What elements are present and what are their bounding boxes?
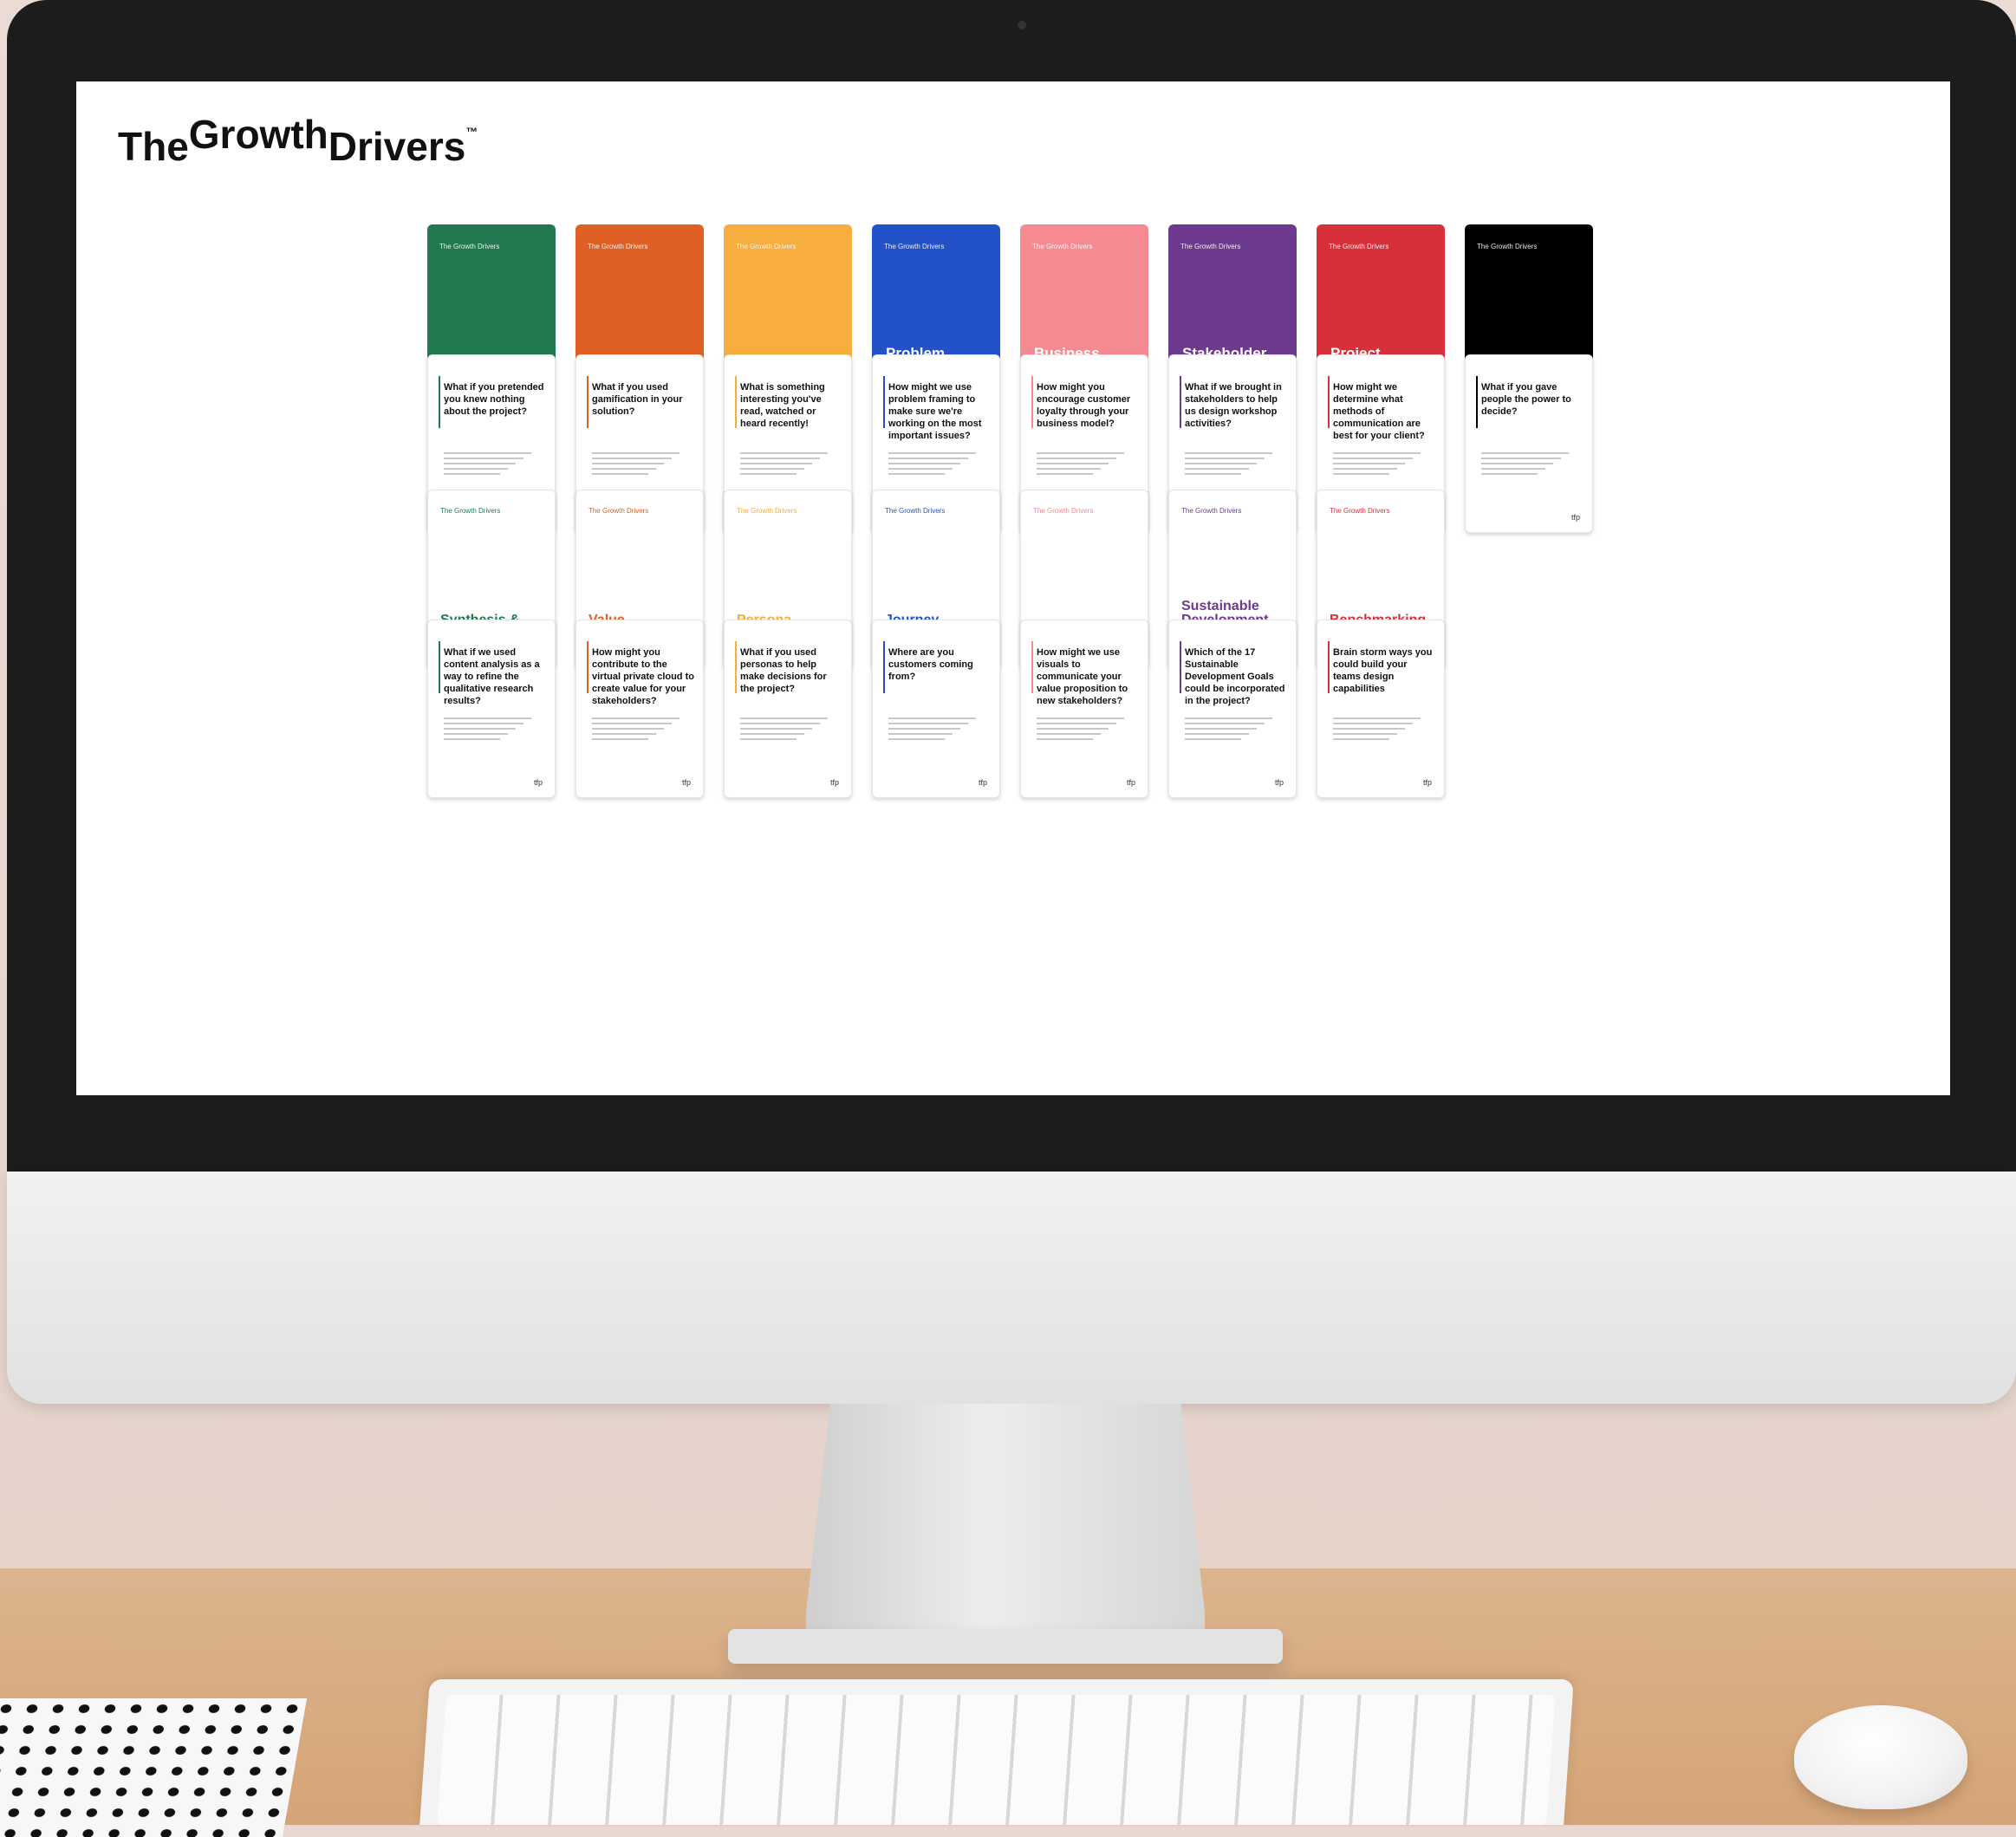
card-mini-logo: The Growth Drivers: [1329, 243, 1389, 250]
card-footer-mark: tfp: [1126, 778, 1135, 787]
card-question: What if you pretended you knew nothing a…: [444, 382, 544, 417]
card-footer-mark: tfp: [1571, 513, 1580, 522]
card-body-text: [740, 452, 837, 478]
card-body-text: [1037, 452, 1134, 478]
card-mini-logo: The Growth Drivers: [737, 507, 797, 515]
card-body-text: [740, 717, 837, 743]
card-question: What if you gave people the power to dec…: [1481, 382, 1571, 417]
card-mini-logo: The Growth Drivers: [439, 243, 500, 250]
card-body-text: [1185, 452, 1282, 478]
logo-drivers: Drivers: [328, 124, 466, 169]
card-mini-logo: The Growth Drivers: [884, 243, 945, 250]
camera-icon: [1018, 21, 1026, 29]
mouse: [1794, 1705, 1967, 1809]
card-accent-bar: [1180, 376, 1181, 428]
keyboard-keys: [437, 1695, 1556, 1825]
card-body-text: [444, 717, 541, 743]
card-accent-bar: [1031, 376, 1033, 428]
card-question: What if we used content analysis as a wa…: [444, 647, 540, 706]
card-footer-mark: tfp: [681, 778, 691, 787]
card-mini-logo: The Growth Drivers: [1330, 507, 1390, 515]
card-body-text: [888, 452, 985, 478]
card-accent-bar: [1180, 641, 1181, 693]
method-card-question[interactable]: What if you used personas to help make d…: [724, 620, 852, 798]
method-card-question[interactable]: Which of the 17 Sustainable Development …: [1168, 620, 1297, 798]
card-question: Which of the 17 Sustainable Development …: [1185, 647, 1285, 706]
card-accent-bar: [735, 641, 737, 693]
card-footer-mark: tfp: [829, 778, 839, 787]
card-question: What if we brought in stakeholders to he…: [1185, 382, 1282, 429]
card-question: How might you encourage customer loyalty…: [1037, 382, 1131, 429]
card-accent-bar: [1031, 641, 1033, 693]
monitor-stand: [806, 1404, 1205, 1664]
card-mini-logo: The Growth Drivers: [440, 507, 501, 515]
method-card-question[interactable]: Where are you customers coming from? tfp: [872, 620, 1000, 798]
card-accent-bar: [1476, 376, 1478, 428]
keyboard: [419, 1679, 1574, 1825]
card-accent-bar: [439, 641, 440, 693]
card-footer-mark: tfp: [1274, 778, 1284, 787]
card-footer-mark: tfp: [978, 778, 987, 787]
card-accent-bar: [735, 376, 737, 428]
card-question: Brain storm ways you could build your te…: [1333, 647, 1433, 694]
card-mini-logo: The Growth Drivers: [1033, 507, 1094, 515]
method-card-question[interactable]: How might you contribute to the virtual …: [576, 620, 704, 798]
card-question: What if you used personas to help make d…: [740, 647, 827, 694]
logo-the: The: [118, 124, 189, 169]
card-question: Where are you customers coming from?: [888, 647, 973, 682]
card-question: What if you used gamification in your so…: [592, 382, 683, 417]
card-body-text: [888, 717, 985, 743]
card-footer-mark: tfp: [1422, 778, 1432, 787]
card-body-text: [444, 452, 541, 478]
logo-growth: Growth: [188, 112, 328, 157]
card-mini-logo: The Growth Drivers: [1477, 243, 1538, 250]
card-mini-logo: The Growth Drivers: [588, 243, 648, 250]
logo-trademark: ™: [465, 125, 478, 139]
card-question: How might we use visuals to communicate …: [1037, 647, 1128, 706]
card-question: How might we use problem framing to make…: [888, 382, 982, 441]
card-question: What is something interesting you've rea…: [740, 382, 825, 429]
card-body-text: [1037, 717, 1134, 743]
card-accent-bar: [1328, 641, 1330, 693]
card-body-text: [1333, 452, 1430, 478]
card-mini-logo: The Growth Drivers: [1181, 507, 1242, 515]
monitor-chin: [7, 1172, 2016, 1404]
card-question: How might you contribute to the virtual …: [592, 647, 694, 706]
card-accent-bar: [883, 641, 885, 693]
growth-drivers-logo[interactable]: TheGrowthDrivers™: [118, 112, 478, 170]
card-accent-bar: [587, 376, 589, 428]
card-accent-bar: [439, 376, 440, 428]
monitor-screen: TheGrowthDrivers™ The Growth DriversBias…: [76, 81, 1950, 1095]
method-card-question[interactable]: How might we use visuals to communicate …: [1020, 620, 1148, 798]
card-body-text: [592, 717, 689, 743]
card-body-text: [592, 452, 689, 478]
method-card-question[interactable]: What if we used content analysis as a wa…: [427, 620, 556, 798]
dotted-notebook: [0, 1698, 308, 1837]
card-accent-bar: [883, 376, 885, 428]
card-mini-logo: The Growth Drivers: [885, 507, 946, 515]
monitor-stand-base: [728, 1629, 1283, 1664]
card-footer-mark: tfp: [533, 778, 543, 787]
card-accent-bar: [587, 641, 589, 693]
card-mini-logo: The Growth Drivers: [1180, 243, 1241, 250]
card-question: How might we determine what methods of c…: [1333, 382, 1425, 441]
card-body-text: [1333, 717, 1430, 743]
method-card-question[interactable]: What if you gave people the power to dec…: [1465, 354, 1593, 533]
card-body-text: [1185, 717, 1282, 743]
method-card-question[interactable]: Brain storm ways you could build your te…: [1317, 620, 1445, 798]
card-body-text: [1481, 452, 1578, 478]
card-mini-logo: The Growth Drivers: [736, 243, 797, 250]
card-accent-bar: [1328, 376, 1330, 428]
card-mini-logo: The Growth Drivers: [589, 507, 649, 515]
card-mini-logo: The Growth Drivers: [1032, 243, 1093, 250]
